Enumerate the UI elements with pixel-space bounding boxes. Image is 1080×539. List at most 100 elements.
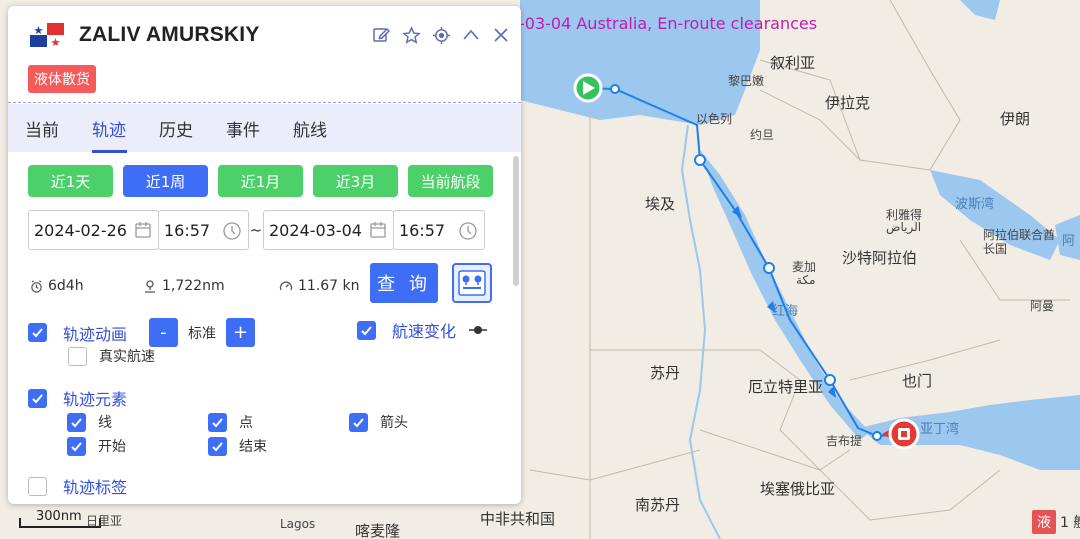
element-line-row: 线: [67, 412, 112, 432]
tab-current[interactable]: 当前: [25, 116, 92, 141]
map-label-gulf-aden: 亚丁湾: [920, 422, 960, 437]
panel-scrollbar[interactable]: [513, 156, 519, 286]
track-elements-row: 轨迹元素: [28, 386, 127, 410]
track-elements-label: 轨迹元素: [63, 390, 128, 409]
map-label-saudi-arabia: 沙特阿拉伯: [842, 249, 918, 267]
element-line-checkbox[interactable]: [67, 412, 86, 432]
cargo-type-badge: 液体散货: [28, 65, 96, 93]
map-label-ethiopia: 埃塞俄比亚: [760, 480, 836, 498]
speed-change-checkbox[interactable]: [357, 320, 376, 340]
panel-header: ZALIV AMURSKIY 液体散货: [8, 6, 521, 104]
end-time-field[interactable]: 16:57: [393, 210, 485, 250]
end-date-value: 2024-03-04: [269, 220, 362, 240]
element-start-label: 开始: [98, 439, 126, 455]
map-label-oman: 阿曼: [1030, 299, 1055, 313]
element-arrow-label: 箭头: [380, 415, 408, 431]
tab-history[interactable]: 历史: [159, 116, 226, 141]
collapse-icon[interactable]: [461, 25, 481, 45]
element-arrow-checkbox[interactable]: [349, 412, 368, 432]
end-date-field[interactable]: 2024-03-04: [263, 210, 394, 250]
start-date-field[interactable]: 2024-02-26: [28, 210, 159, 250]
map-label-lagos: Lagos: [280, 517, 316, 531]
track-elements-checkbox[interactable]: [28, 388, 47, 408]
duration-stat: 6d4h: [30, 278, 84, 294]
element-point-row: 点: [208, 412, 253, 432]
map-label-persian-gulf: 波斯湾: [955, 197, 995, 212]
check-icon: [212, 441, 223, 451]
speed-legend-icon[interactable]: [468, 324, 488, 336]
map-label-egypt: 埃及: [645, 195, 676, 213]
speed-stat: 11.67 kn: [279, 278, 360, 294]
speed-value: 11.67 kn: [298, 278, 360, 294]
date-range-separator: ~: [249, 221, 263, 239]
end-time-value: 16:57: [399, 220, 446, 240]
star-icon[interactable]: [401, 25, 421, 45]
map-label-cameroon: 喀麦隆: [355, 522, 401, 539]
close-icon[interactable]: [491, 25, 511, 45]
liquid-filter-tag[interactable]: 液: [1032, 510, 1056, 534]
element-end-row: 结束: [208, 436, 267, 456]
track-tags-row: 轨迹标签: [28, 474, 127, 498]
duration-value: 6d4h: [48, 278, 84, 294]
speed-increase-button[interactable]: +: [226, 318, 256, 347]
range-3-month-button[interactable]: 近3月: [313, 165, 398, 197]
calendar-icon: [370, 222, 386, 238]
panel-tabs: 当前 轨迹 历史 事件 航线: [8, 104, 521, 153]
element-end-label: 结束: [239, 439, 267, 455]
range-current-leg-button[interactable]: 当前航段: [408, 165, 493, 197]
real-speed-row: 真实航速: [68, 346, 155, 366]
panama-flag-icon: [30, 23, 64, 47]
map-label-iran: 伊朗: [1000, 110, 1031, 128]
check-icon: [361, 325, 372, 335]
ship-count: 1 艘: [1060, 515, 1080, 531]
route-map-icon: [458, 270, 486, 296]
element-end-checkbox[interactable]: [208, 436, 227, 456]
range-1-week-button[interactable]: 近1周: [123, 165, 208, 197]
route-view-button[interactable]: [452, 263, 492, 303]
map-label-jordan: 约旦: [750, 128, 775, 142]
track-tags-checkbox[interactable]: [28, 476, 47, 496]
map-label-arabian-sea: 阿: [1062, 234, 1076, 249]
map-label-nigeria: 日里亚: [86, 514, 123, 528]
element-start-checkbox[interactable]: [67, 436, 86, 456]
query-button[interactable]: 查 询: [370, 263, 438, 303]
scale-label: 300nm: [36, 509, 82, 524]
start-date-value: 2024-02-26: [34, 220, 127, 240]
map-label-lebanon: 黎巴嫩: [728, 74, 765, 88]
edit-icon[interactable]: [371, 25, 391, 45]
locate-icon[interactable]: [431, 25, 451, 45]
map-label-sudan: 苏丹: [650, 364, 681, 382]
element-point-checkbox[interactable]: [208, 412, 227, 432]
real-speed-checkbox[interactable]: [68, 346, 87, 366]
track-animation-label: 轨迹动画: [63, 324, 128, 344]
track-animation-checkbox[interactable]: [28, 323, 47, 342]
location-pin-icon: [145, 280, 155, 293]
date-range-row: 2024-02-26 16:57 ~ 2024-03-04 16:57: [28, 210, 485, 250]
element-arrow-row: 箭头: [349, 412, 408, 432]
check-icon: [32, 328, 43, 338]
tab-events[interactable]: 事件: [226, 116, 293, 141]
check-icon: [212, 417, 223, 427]
ship-name: ZALIV AMURSKIY: [79, 23, 260, 46]
start-time-field[interactable]: 16:57: [158, 210, 249, 250]
map-label-riyadh-ar: الرياض: [886, 220, 922, 234]
map-label-mecca-ar: مكة: [796, 273, 816, 287]
tab-route[interactable]: 航线: [293, 116, 360, 141]
alarm-clock-icon: [31, 279, 42, 293]
clock-icon: [223, 222, 241, 240]
real-speed-label: 真实航速: [99, 349, 155, 365]
check-icon: [353, 417, 364, 427]
tab-track[interactable]: 轨迹: [92, 116, 159, 153]
track-animation-row: 轨迹动画 - 标准 +: [28, 318, 256, 347]
check-icon: [71, 441, 82, 451]
calendar-icon: [135, 222, 151, 238]
range-1-month-button[interactable]: 近1月: [218, 165, 303, 197]
map-label-djibouti: 吉布提: [826, 434, 863, 448]
map-label-south-sudan: 南苏丹: [635, 496, 681, 514]
map-label-central-african-republic: 中非共和国: [480, 510, 556, 528]
range-1-day-button[interactable]: 近1天: [28, 165, 113, 197]
speed-decrease-button[interactable]: -: [149, 318, 179, 347]
map-label-israel: 以色列: [696, 112, 733, 126]
track-start-marker[interactable]: [573, 73, 603, 103]
track-tags-label: 轨迹标签: [63, 478, 128, 497]
